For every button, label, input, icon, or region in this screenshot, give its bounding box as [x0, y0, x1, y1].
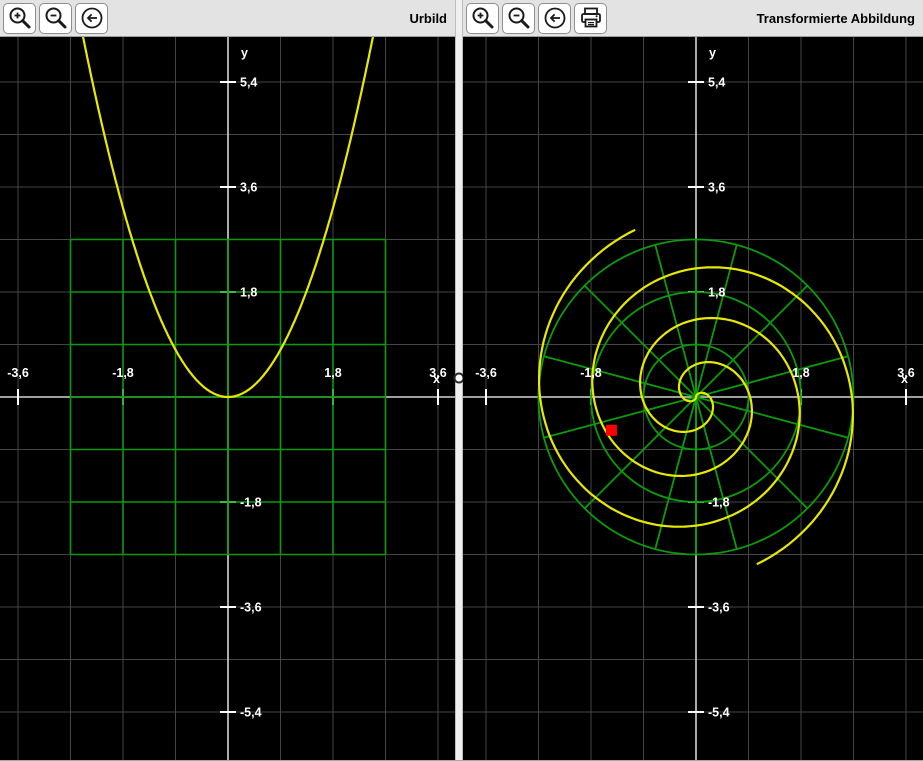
back-button[interactable] [75, 3, 108, 34]
radial-grid-line [544, 356, 696, 397]
x-tick-label: -1,8 [112, 366, 134, 380]
radial-grid-line [696, 397, 848, 438]
x-axis-name: x [901, 372, 908, 386]
x-tick-label: -1,8 [580, 366, 602, 380]
y-tick-label: 1,8 [708, 286, 725, 300]
panel-title: Urbild [409, 11, 447, 26]
back-icon [542, 5, 568, 31]
print-icon [578, 5, 604, 31]
pane-splitter[interactable] [455, 0, 463, 761]
zoom-out-icon [43, 5, 69, 31]
zoom-in-button[interactable] [466, 3, 499, 34]
y-axis-name: y [241, 46, 248, 60]
plot-area-transformierte-abbildung: -3,6-1,81,83,65,43,61,8-1,8-3,6-5,4yx [463, 37, 923, 761]
plot-transformierte-abbildung[interactable]: -3,6-1,81,83,65,43,61,8-1,8-3,6-5,4yx [463, 37, 923, 760]
plot-urbild[interactable]: -3,6-1,81,83,65,43,61,8-1,8-3,6-5,4yx [0, 37, 455, 760]
panel-urbild: Urbild -3,6-1,81,83,65,43,61,8-1,8-3,6-5… [0, 0, 455, 761]
zoom-in-icon [7, 5, 33, 31]
zoom-out-button[interactable] [502, 3, 535, 34]
y-tick-label: 1,8 [240, 286, 257, 300]
y-tick-label: -5,4 [240, 705, 262, 719]
x-tick-label: 1,8 [792, 366, 809, 380]
toolbar-urbild: Urbild [0, 0, 455, 37]
print-button[interactable] [574, 3, 607, 34]
panel-transformierte-abbildung: Transformierte Abbildung -3,6 -1,8 1,8 3,6 5… [463, 0, 923, 761]
y-tick-label: 3,6 [240, 181, 257, 195]
y-tick-label: -5,4 [708, 705, 730, 719]
y-tick-label: 5,4 [240, 76, 257, 90]
y-tick-label: -1,8 [708, 495, 730, 509]
panel-title: Transformierte Abbildung [757, 11, 915, 26]
zoom-out-icon [506, 5, 532, 31]
plot-area-urbild: -3,6-1,81,83,65,43,61,8-1,8-3,6-5,4yx [0, 37, 455, 761]
radial-grid-line [544, 397, 696, 438]
toolbar-buttons-transformed [466, 3, 607, 34]
radial-grid-line [696, 356, 848, 397]
axis-labels: -3,6-1,81,83,65,43,61,8-1,8-3,6-5,4yx [7, 46, 446, 719]
toolbar-buttons-urbild [3, 3, 108, 34]
y-tick-label: -1,8 [240, 495, 262, 509]
y-tick-label: -3,6 [708, 600, 730, 614]
app-window: Urbild -3,6 -1,8 1,8 3,6 5,4 3,6 1,8 -1,8 -3,6 -5… [0, 0, 923, 761]
y-tick-label: -3,6 [240, 600, 262, 614]
y-axis-name: y [709, 46, 716, 60]
zoom-in-button[interactable] [3, 3, 36, 34]
y-tick-label: 3,6 [708, 181, 725, 195]
radial-grid-line [585, 397, 696, 508]
x-tick-label: 1,8 [324, 366, 341, 380]
back-button[interactable] [538, 3, 571, 34]
back-icon [79, 5, 105, 31]
x-tick-label: -3,6 [7, 366, 29, 380]
zoom-out-button[interactable] [39, 3, 72, 34]
toolbar-transformierte-abbildung: Transformierte Abbildung [463, 0, 923, 37]
radial-grid-line [696, 286, 807, 397]
zoom-in-icon [470, 5, 496, 31]
x-axis-name: x [433, 372, 440, 386]
red-point-marker[interactable] [606, 425, 617, 436]
y-tick-label: 5,4 [708, 76, 725, 90]
x-tick-label: -3,6 [475, 366, 497, 380]
